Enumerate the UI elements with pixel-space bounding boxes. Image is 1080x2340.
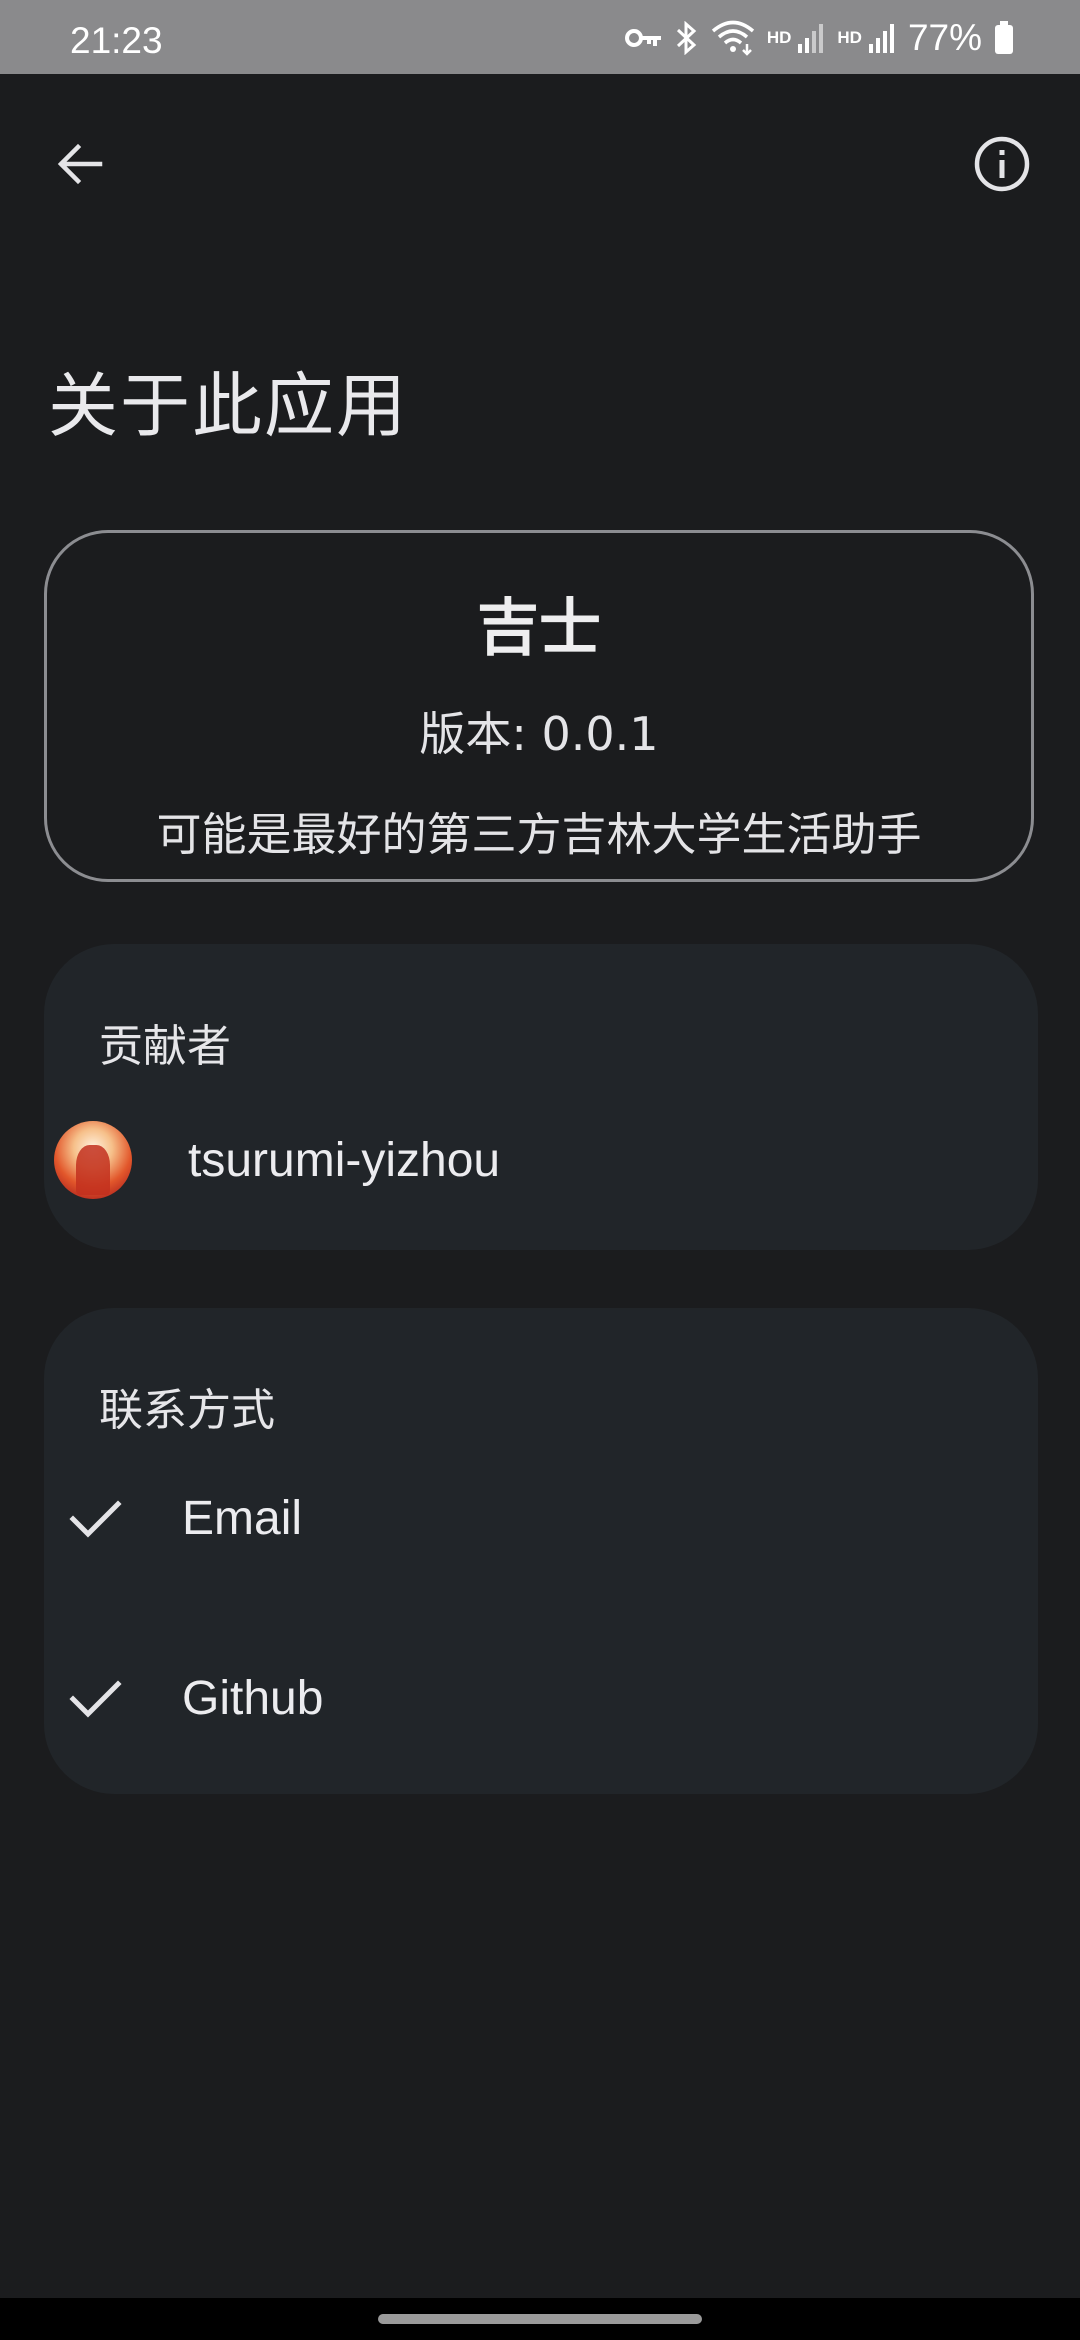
contact-email-item[interactable]: Email (54, 1468, 934, 1568)
vpn-key-icon (624, 26, 663, 50)
contact-title: 联系方式 (99, 1385, 275, 1436)
app-slogan: 可能是最好的第三方吉林大学生活助手 (156, 808, 922, 861)
status-bar: 21:23 HD HD 77% (0, 0, 1080, 74)
page-title: 关于此应用 (48, 365, 408, 447)
battery-icon (994, 21, 1014, 55)
info-icon (974, 136, 1030, 192)
contributors-title: 贡献者 (99, 1021, 231, 1072)
status-icons: HD HD 77% (624, 14, 1014, 62)
contributor-name: tsurumi-yizhou (188, 1133, 501, 1187)
contact-github-item[interactable]: Github (54, 1648, 934, 1748)
hd-label: HD (837, 28, 862, 47)
contact-github-label: Github (182, 1671, 324, 1725)
arrow-back-icon (57, 143, 103, 185)
contributors-card: 贡献者 (44, 944, 1038, 1250)
app-info-card: 吉士 版本: 0.0.1 可能是最好的第三方吉林大学生活助手 (44, 530, 1034, 882)
contact-email-label: Email (182, 1491, 303, 1545)
avatar (54, 1121, 132, 1199)
check-icon (54, 1477, 136, 1559)
back-button[interactable] (40, 124, 120, 204)
navigation-bar (0, 2298, 1080, 2340)
wifi-icon (711, 20, 755, 56)
bluetooth-icon (675, 21, 699, 55)
status-time: 21:23 (70, 20, 163, 61)
app-name: 吉士 (476, 591, 601, 664)
info-button[interactable] (962, 124, 1042, 204)
check-icon (54, 1657, 136, 1739)
app-version: 版本: 0.0.1 (419, 707, 659, 761)
battery-percent: 77% (907, 17, 982, 58)
signal-icon (797, 22, 825, 54)
contributor-item[interactable]: tsurumi-yizhou (54, 1120, 500, 1200)
hd-label: HD (766, 28, 792, 47)
signal-icon (868, 22, 896, 54)
home-gesture-handle[interactable] (378, 2314, 702, 2324)
